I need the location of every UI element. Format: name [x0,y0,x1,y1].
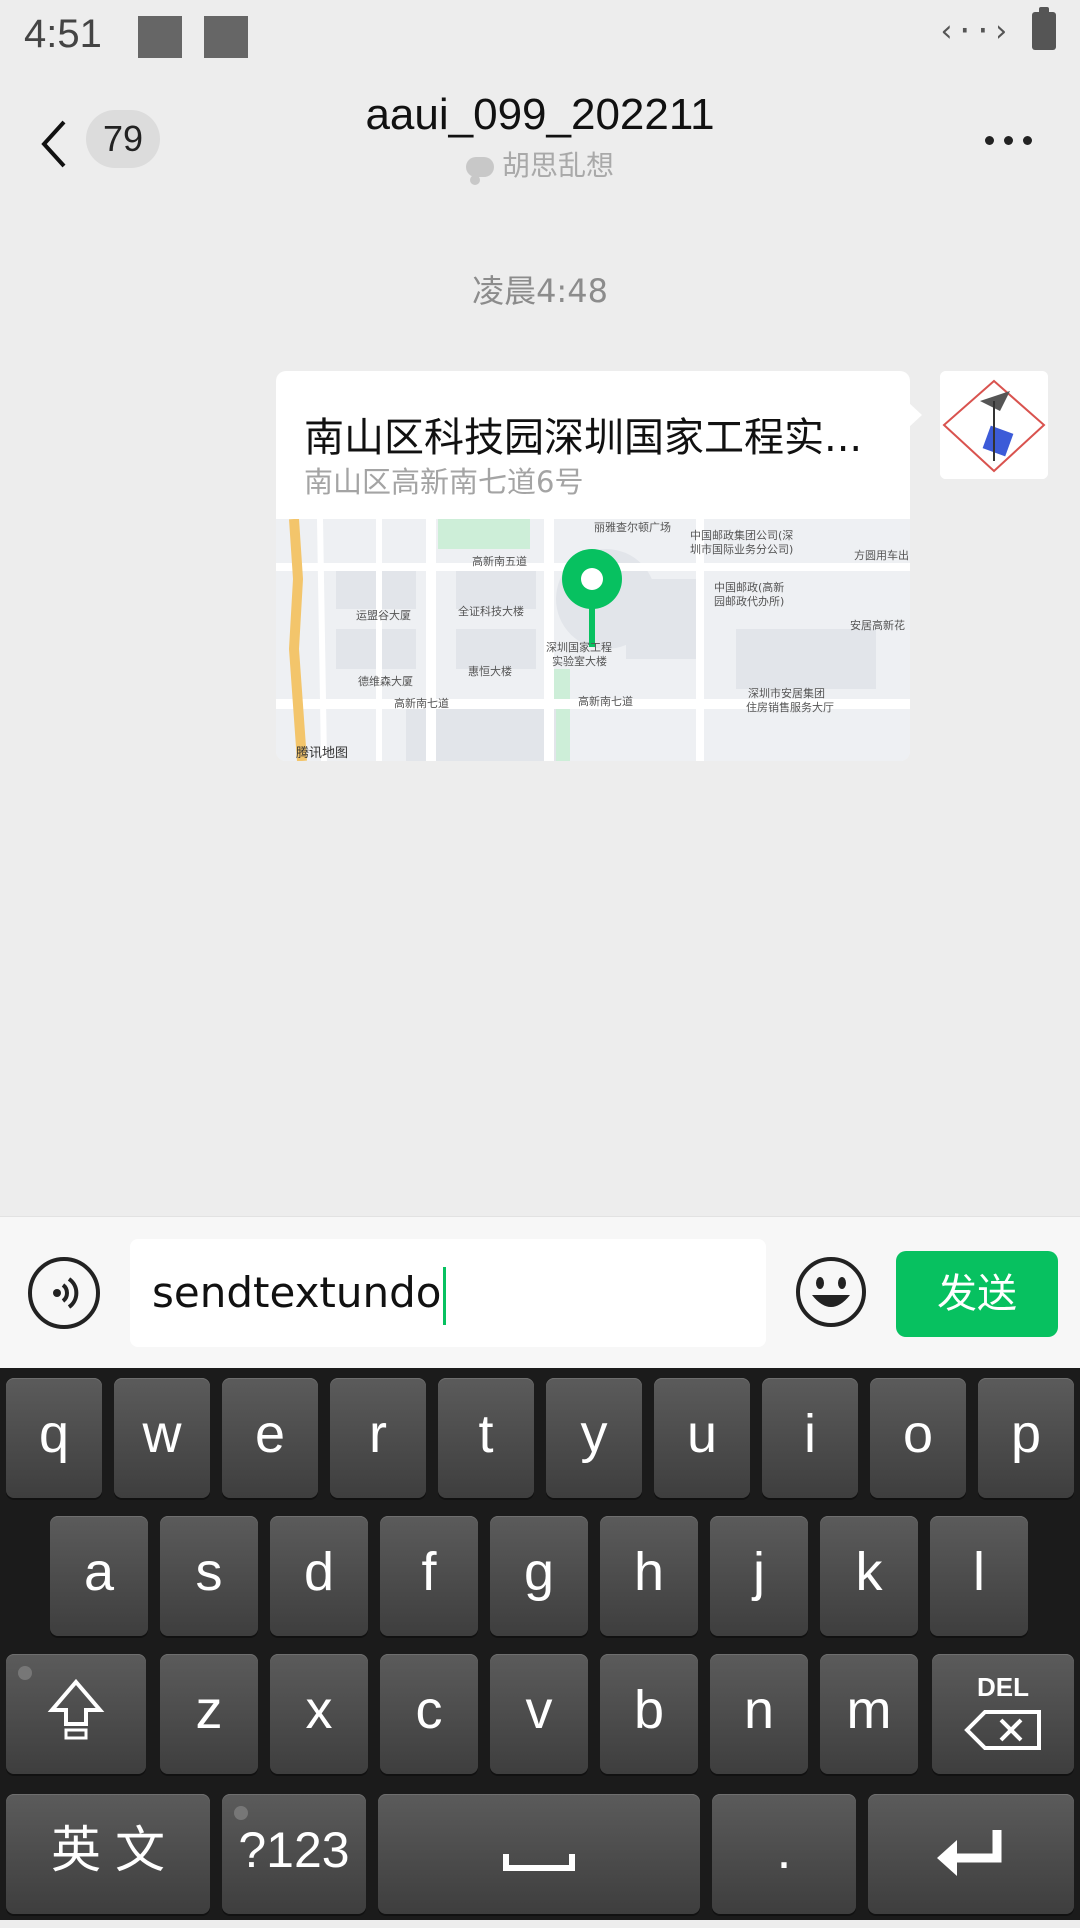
symbols-key[interactable]: ?123 [222,1794,366,1914]
voice-input-button[interactable] [28,1257,100,1329]
space-icon [503,1854,575,1871]
location-message-card[interactable]: 南山区科技园深圳国家工程实... 南山区高新南七道6号 丽雅查尔顿广场 中国邮政… [276,371,910,761]
emoji-button[interactable] [794,1255,868,1329]
map-label: 住房销售服务大厅 [746,700,834,714]
message-input-text: sendtextundo [152,1268,442,1317]
key-o[interactable]: o [870,1378,966,1498]
message-timestamp: 凌晨4:48 [472,272,608,310]
enter-key[interactable] [868,1794,1074,1914]
map-label: 运盟谷大厦 [356,608,411,622]
map-label: 园邮政代办所) [714,594,784,608]
location-address: 南山区高新南七道6号 [304,465,584,499]
map-label: 深圳市安居集团 [748,686,825,700]
chat-header: 79 aaui_099_202211 胡思乱想 [0,76,1080,186]
key-t[interactable]: t [438,1378,534,1498]
location-name: 南山区科技园深圳国家工程实... [304,415,863,461]
key-b[interactable]: b [600,1654,698,1774]
map-label: 深圳国家工程 [546,640,612,654]
key-p[interactable]: p [978,1378,1074,1498]
map-label: 惠恒大楼 [468,664,512,678]
enter-arrow-icon [937,1830,1002,1876]
key-u[interactable]: u [654,1378,750,1498]
dot [985,136,994,145]
input-bar: sendtextundo 发送 [0,1216,1080,1369]
notification-icon [138,16,182,58]
voice-icon [53,1277,79,1309]
key-d[interactable]: d [270,1516,368,1636]
space-key[interactable] [378,1794,700,1914]
notification-icon [204,16,248,58]
delete-key[interactable]: DEL [932,1654,1074,1774]
dot [1004,136,1013,145]
chat-title: aaui_099_202211 [365,90,715,139]
key-w[interactable]: w [114,1378,210,1498]
more-button[interactable] [985,136,1032,145]
location-map[interactable]: 丽雅查尔顿广场 中国邮政集团公司(深 圳市国际业务分公司) 方圆用车出 高新南五… [276,519,910,761]
text-caret [442,1266,446,1325]
key-e[interactable]: e [222,1378,318,1498]
key-s[interactable]: s [160,1516,258,1636]
key-m[interactable]: m [820,1654,918,1774]
backspace-icon [964,1710,1041,1750]
shift-arrow-icon [47,1678,105,1740]
map-label: 方圆用车出 [854,548,909,562]
bubble-tail [908,402,922,428]
data-transfer-icon: ‹··› [937,13,1010,49]
map-label: 圳市国际业务分公司) [690,542,793,556]
message-input[interactable]: sendtextundo [130,1239,766,1347]
map-label: 高新南七道 [394,696,449,710]
map-label: 丽雅查尔顿广场 [594,520,671,534]
key-x[interactable]: x [270,1654,368,1774]
key-c[interactable]: c [380,1654,478,1774]
key-n[interactable]: n [710,1654,808,1774]
period-key[interactable]: . [712,1794,856,1914]
chat-subtitle: 胡思乱想 [0,144,1080,185]
key-z[interactable]: z [160,1654,258,1774]
language-key[interactable]: 英 文 [6,1794,210,1914]
key-v[interactable]: v [490,1654,588,1774]
shift-key[interactable] [6,1654,146,1774]
key-f[interactable]: f [380,1516,478,1636]
map-label: 实验室大楼 [552,654,607,668]
map-label: 高新南七道 [578,694,633,708]
map-attribution: 腾讯地图 [296,745,348,761]
key-l[interactable]: l [930,1516,1028,1636]
key-y[interactable]: y [546,1378,642,1498]
subtitle-text: 胡思乱想 [501,149,614,182]
status-time: 4:51 [24,12,102,56]
key-g[interactable]: g [490,1516,588,1636]
key-i[interactable]: i [762,1378,858,1498]
map-label: 中国邮政集团公司(深 [690,528,793,542]
key-a[interactable]: a [50,1516,148,1636]
key-q[interactable]: q [6,1378,102,1498]
key-r[interactable]: r [330,1378,426,1498]
map-label: 全证科技大楼 [458,604,524,618]
map-label: 德维森大厦 [358,674,413,688]
map-label: 高新南五道 [472,554,527,568]
soft-keyboard: q w e r t y u i o p a s d f g h j k l z … [0,1368,1080,1920]
key-k[interactable]: k [820,1516,918,1636]
key-h[interactable]: h [600,1516,698,1636]
smiley-icon [796,1257,866,1327]
status-bar: 4:51 ‹··› [0,0,1080,76]
map-label: 安居高新花 [850,618,905,632]
avatar[interactable] [940,371,1048,479]
del-label: DEL [977,1672,1029,1702]
send-button[interactable]: 发送 [896,1251,1058,1337]
chat-bubble-icon [465,157,494,185]
key-j[interactable]: j [710,1516,808,1636]
map-label: 中国邮政(高新 [714,580,784,594]
dot [1023,136,1032,145]
battery-icon [1032,7,1056,50]
